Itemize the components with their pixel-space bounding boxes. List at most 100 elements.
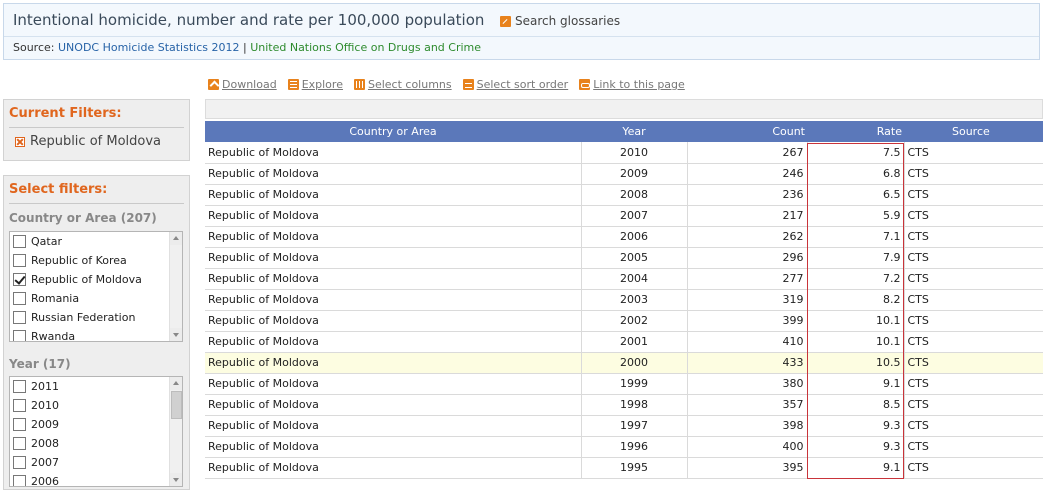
- scroll-up-icon[interactable]: [170, 377, 182, 390]
- select-sort-order-label: Select sort order: [476, 78, 569, 91]
- country-filter-list[interactable]: Qatar Republic of Korea Republic of Moldov…: [9, 231, 183, 342]
- year-checkbox[interactable]: [13, 475, 26, 486]
- cell-count: 267: [687, 142, 808, 164]
- country-checkbox[interactable]: [13, 273, 26, 286]
- search-glossaries-label: Search glossaries: [515, 14, 621, 28]
- cell-country: Republic of Moldova: [205, 247, 582, 269]
- source-link-unodc-stats[interactable]: UNODC Homicide Statistics 2012: [58, 41, 239, 54]
- country-option[interactable]: Republic of Moldova: [10, 270, 168, 289]
- year-checkbox[interactable]: [13, 437, 26, 450]
- download-link[interactable]: Download: [208, 78, 277, 91]
- country-checkbox[interactable]: [13, 330, 26, 341]
- cell-year: 2007: [581, 205, 688, 227]
- columns-icon: [353, 79, 365, 90]
- year-option[interactable]: 2007: [10, 453, 168, 472]
- cell-year: 2008: [581, 184, 688, 206]
- year-list-scroll-thumb[interactable]: [171, 391, 182, 419]
- country-checkbox[interactable]: [13, 311, 26, 324]
- country-list-scrollbar[interactable]: [169, 232, 182, 341]
- source-prefix: Source:: [13, 41, 55, 54]
- country-option[interactable]: Romania: [10, 289, 168, 308]
- column-header-country[interactable]: Country or Area: [205, 121, 581, 142]
- country-option[interactable]: Rwanda: [10, 327, 168, 342]
- cell-count: 246: [687, 163, 808, 185]
- scroll-down-icon[interactable]: [170, 473, 182, 486]
- scroll-up-icon[interactable]: [170, 232, 182, 245]
- year-option-label: 2007: [31, 456, 59, 469]
- year-filter-list[interactable]: 2011 2010 2009 2008 2007 2006: [9, 376, 183, 487]
- current-filter-item[interactable]: Republic of Moldova: [4, 128, 189, 149]
- country-option-label: Rwanda: [31, 330, 76, 342]
- country-checkbox[interactable]: [13, 254, 26, 267]
- table-row: Republic of Moldova 2004 277 7.2 CTS: [205, 268, 1043, 290]
- scroll-down-icon[interactable]: [170, 328, 182, 341]
- cell-count: 399: [687, 310, 808, 332]
- table-row: Republic of Moldova 2002 399 10.1 CTS: [205, 310, 1043, 332]
- table-row: Republic of Moldova 2009 246 6.8 CTS: [205, 163, 1043, 185]
- search-glossaries-link[interactable]: Search glossaries: [500, 14, 620, 28]
- cell-source: CTS: [904, 331, 1043, 353]
- cell-count: 319: [687, 289, 808, 311]
- cell-rate: 6.8: [807, 163, 905, 185]
- country-option[interactable]: Republic of Korea: [10, 251, 168, 270]
- cell-country: Republic of Moldova: [205, 310, 582, 332]
- select-columns-link[interactable]: Select columns: [353, 78, 452, 91]
- year-option-label: 2008: [31, 437, 59, 450]
- cell-rate: 10.1: [807, 331, 905, 353]
- cell-country: Republic of Moldova: [205, 142, 582, 164]
- cell-source: CTS: [904, 394, 1043, 416]
- cell-count: 262: [687, 226, 808, 248]
- link-to-page-label: Link to this page: [593, 78, 685, 91]
- cell-rate: 9.3: [807, 436, 905, 458]
- source-link-unodc[interactable]: United Nations Office on Drugs and Crime: [250, 41, 481, 54]
- cell-year: 2010: [581, 142, 688, 164]
- explore-link[interactable]: Explore: [287, 78, 343, 91]
- cell-source: CTS: [904, 247, 1043, 269]
- cell-count: 236: [687, 184, 808, 206]
- country-option[interactable]: Qatar: [10, 232, 168, 251]
- country-checkbox[interactable]: [13, 235, 26, 248]
- cell-country: Republic of Moldova: [205, 226, 582, 248]
- country-option-label: Russian Federation: [31, 311, 136, 324]
- cell-source: CTS: [904, 184, 1043, 206]
- year-option-label: 2006: [31, 475, 59, 487]
- remove-filter-icon[interactable]: [15, 136, 25, 147]
- cell-year: 2006: [581, 226, 688, 248]
- column-header-source[interactable]: Source: [904, 121, 1043, 142]
- cell-count: 277: [687, 268, 808, 290]
- cell-country: Republic of Moldova: [205, 163, 582, 185]
- cell-country: Republic of Moldova: [205, 268, 582, 290]
- table-row: Republic of Moldova 2010 267 7.5 CTS: [205, 142, 1043, 164]
- year-checkbox[interactable]: [13, 418, 26, 431]
- year-list-scrollbar[interactable]: [169, 377, 182, 486]
- year-option[interactable]: 2008: [10, 434, 168, 453]
- cell-source: CTS: [904, 268, 1043, 290]
- cell-source: CTS: [904, 373, 1043, 395]
- select-filters-divider: [9, 203, 184, 204]
- select-sort-order-link[interactable]: Select sort order: [462, 78, 569, 91]
- year-checkbox[interactable]: [13, 399, 26, 412]
- column-header-count[interactable]: Count: [687, 121, 807, 142]
- data-table: Country or Area Year Count Rate Source R…: [205, 121, 1043, 479]
- table-row: Republic of Moldova 2008 236 6.5 CTS: [205, 184, 1043, 206]
- table-row: Republic of Moldova 1997 398 9.3 CTS: [205, 415, 1043, 437]
- year-option[interactable]: 2010: [10, 396, 168, 415]
- year-checkbox[interactable]: [13, 456, 26, 469]
- year-option[interactable]: 2006: [10, 472, 168, 487]
- current-filter-label: Republic of Moldova: [30, 134, 162, 149]
- link-to-page-link[interactable]: Link to this page: [579, 78, 685, 91]
- column-header-rate[interactable]: Rate: [807, 121, 904, 142]
- country-option[interactable]: Russian Federation: [10, 308, 168, 327]
- cell-source: CTS: [904, 205, 1043, 227]
- cell-rate: 10.5: [807, 352, 905, 374]
- cell-count: 433: [687, 352, 808, 374]
- year-option[interactable]: 2009: [10, 415, 168, 434]
- cell-source: CTS: [904, 163, 1043, 185]
- explore-icon: [287, 79, 299, 90]
- year-option[interactable]: 2011: [10, 377, 168, 396]
- page-title: Intentional homicide, number and rate pe…: [13, 11, 485, 29]
- column-header-year[interactable]: Year: [581, 121, 687, 142]
- cell-count: 395: [687, 457, 808, 479]
- year-checkbox[interactable]: [13, 380, 26, 393]
- country-checkbox[interactable]: [13, 292, 26, 305]
